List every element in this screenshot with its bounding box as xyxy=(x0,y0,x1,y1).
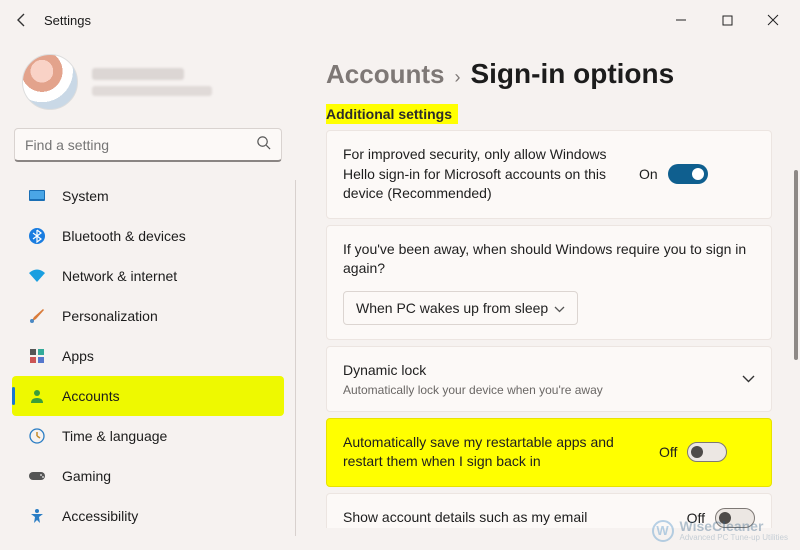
minimize-icon xyxy=(675,14,687,26)
sidebar-item-accessibility[interactable]: Accessibility xyxy=(12,496,284,536)
minimize-button[interactable] xyxy=(658,4,704,36)
sidebar-item-bluetooth[interactable]: Bluetooth & devices xyxy=(12,216,284,256)
sidebar-item-system[interactable]: System xyxy=(12,176,284,216)
sidebar-item-label: Bluetooth & devices xyxy=(62,228,186,244)
card-require-signin: If you've been away, when should Windows… xyxy=(326,225,772,340)
maximize-button[interactable] xyxy=(704,4,750,36)
chevron-right-icon: › xyxy=(454,67,460,88)
wisecleaner-logo-icon: W xyxy=(652,520,674,542)
sidebar-item-label: Gaming xyxy=(62,468,111,484)
card-restart-apps: Automatically save my restartable apps a… xyxy=(326,418,772,487)
apps-icon xyxy=(28,347,46,365)
page-title: Sign-in options xyxy=(470,58,674,90)
card-text: For improved security, only allow Window… xyxy=(343,145,623,204)
sidebar-item-label: Time & language xyxy=(62,428,167,444)
sidebar-item-network[interactable]: Network & internet xyxy=(12,256,284,296)
sidebar-item-accounts[interactable]: Accounts xyxy=(12,376,284,416)
breadcrumb: Accounts › Sign-in options xyxy=(326,58,772,90)
select-value: When PC wakes up from sleep xyxy=(356,300,548,316)
globe-clock-icon xyxy=(28,427,46,445)
sidebar-item-apps[interactable]: Apps xyxy=(12,336,284,376)
card-text: Show account details such as my email xyxy=(343,508,671,528)
search-input[interactable] xyxy=(14,128,282,162)
maximize-icon xyxy=(722,15,733,26)
system-icon xyxy=(28,187,46,205)
watermark-tagline: Advanced PC Tune-up Utilities xyxy=(680,533,789,542)
sidebar-item-label: Apps xyxy=(62,348,94,364)
bluetooth-icon xyxy=(28,227,46,245)
toggle-restart-apps[interactable] xyxy=(687,442,727,462)
chevron-down-icon xyxy=(742,370,755,388)
back-button[interactable] xyxy=(4,2,40,38)
search-icon xyxy=(256,135,271,155)
close-icon xyxy=(767,14,779,26)
wifi-icon xyxy=(28,267,46,285)
sidebar-item-gaming[interactable]: Gaming xyxy=(12,456,284,496)
toggle-label: Off xyxy=(659,444,677,460)
gamepad-icon xyxy=(28,467,46,485)
select-require-signin[interactable]: When PC wakes up from sleep xyxy=(343,291,578,325)
section-heading: Additional settings xyxy=(326,104,458,124)
accessibility-icon xyxy=(28,507,46,525)
arrow-left-icon xyxy=(14,12,30,28)
sidebar-item-personalization[interactable]: Personalization xyxy=(12,296,284,336)
sidebar-item-label: Accessibility xyxy=(62,508,138,524)
sidebar-item-label: Network & internet xyxy=(62,268,177,284)
toggle-label: On xyxy=(639,166,658,182)
scrollbar-thumb[interactable] xyxy=(794,170,798,360)
toggle-windows-hello[interactable] xyxy=(668,164,708,184)
card-dynamic-lock[interactable]: Dynamic lock Automatically lock your dev… xyxy=(326,346,772,412)
watermark-brand: WiseCleaner xyxy=(680,519,789,533)
brush-icon xyxy=(28,307,46,325)
window-title: Settings xyxy=(44,13,91,28)
sidebar-nav: System Bluetooth & devices Network & int… xyxy=(0,176,296,536)
sidebar-item-time-language[interactable]: Time & language xyxy=(12,416,284,456)
avatar xyxy=(22,54,78,110)
card-title: Dynamic lock xyxy=(343,361,726,381)
search-field[interactable] xyxy=(25,137,256,153)
card-text: If you've been away, when should Windows… xyxy=(343,240,755,279)
person-icon xyxy=(28,387,46,405)
chevron-down-icon xyxy=(554,300,565,316)
card-windows-hello-only: For improved security, only allow Window… xyxy=(326,130,772,219)
close-button[interactable] xyxy=(750,4,796,36)
card-text: Automatically save my restartable apps a… xyxy=(343,433,643,472)
user-name-blurred xyxy=(92,68,212,96)
card-subtitle: Automatically lock your device when you'… xyxy=(343,383,726,397)
user-profile[interactable] xyxy=(0,48,296,128)
sidebar-item-label: System xyxy=(62,188,109,204)
sidebar-item-label: Personalization xyxy=(62,308,158,324)
sidebar-item-label: Accounts xyxy=(62,388,120,404)
watermark: W WiseCleaner Advanced PC Tune-up Utilit… xyxy=(652,519,789,542)
breadcrumb-parent[interactable]: Accounts xyxy=(326,59,444,90)
